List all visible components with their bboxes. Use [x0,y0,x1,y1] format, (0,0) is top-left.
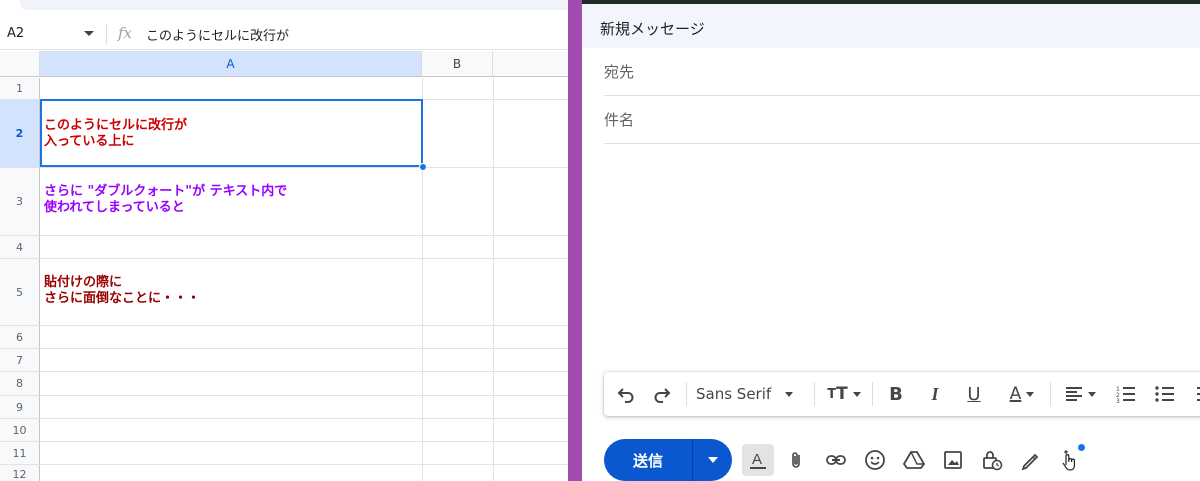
redo-icon[interactable] [650,382,674,406]
emoji-icon[interactable] [861,446,889,474]
divider [106,24,107,44]
sheet-row: 11 [0,442,568,465]
undo-icon[interactable] [614,382,638,406]
row-header[interactable]: 5 [0,259,40,325]
bulleted-list-icon[interactable] [1153,382,1177,406]
sheet-row: 4 [0,236,568,259]
divider [814,382,815,406]
attach-icon[interactable] [782,446,810,474]
italic-button[interactable]: I [923,382,947,406]
confidential-icon[interactable] [978,446,1006,474]
column-header-a[interactable]: A [40,51,422,77]
recipients-field[interactable]: 宛先 [604,48,1200,96]
name-box-value: A2 [7,26,25,41]
row-header[interactable]: 1 [0,78,40,99]
divider [1050,382,1051,406]
sheet-row: 2 このようにセルに改行が 入っている上に [0,100,568,168]
row-header[interactable]: 2 [0,100,40,167]
row-header[interactable]: 8 [0,372,40,395]
bold-button[interactable]: B [884,382,908,406]
text-color-button[interactable]: A [1000,382,1044,406]
subject-placeholder: 件名 [604,111,635,129]
column-header-c[interactable] [493,51,568,77]
chevron-down-icon[interactable] [84,31,94,36]
svg-text:A: A [752,451,762,468]
sheet-row: 9 [0,396,568,419]
photo-icon[interactable] [939,446,967,474]
row-header[interactable]: 6 [0,326,40,348]
underline-button[interactable]: U [962,382,986,406]
formula-bar: A2 fx このようにセルに改行が [0,18,568,50]
row-header[interactable]: 9 [0,396,40,418]
divider [872,382,873,406]
cell-a5[interactable]: 貼付けの際に さらに面倒なことに・・・ [44,275,418,307]
signature-icon[interactable] [1016,446,1044,474]
row-header[interactable]: 4 [0,236,40,258]
sheet-row: 6 [0,326,568,349]
compose-header: 新規メッセージ [582,4,1200,48]
subject-field[interactable]: 件名 [604,96,1200,144]
send-options-button[interactable] [693,439,732,481]
cell-a2[interactable]: このようにセルに改行が 入っている上に [44,118,418,150]
chevron-down-icon [707,457,718,463]
drive-icon[interactable] [900,446,928,474]
svg-text:3: 3 [1116,398,1120,403]
function-icon: fx [118,24,133,42]
divider [686,382,687,406]
sheet-row: 7 [0,349,568,372]
recipients-placeholder: 宛先 [604,63,635,81]
row-header[interactable]: 10 [0,419,40,441]
numbered-list-icon[interactable]: 123 [1114,382,1138,406]
select-all-corner[interactable] [0,51,40,77]
sheet-row: 10 [0,419,568,442]
name-box[interactable]: A2 [0,18,104,50]
align-icon[interactable] [1060,382,1100,406]
row-header[interactable]: 12 [0,465,40,481]
font-select-value: Sans Serif [696,385,772,403]
sheet-row: 8 [0,372,568,396]
chevron-down-icon [785,391,794,397]
compose-title: 新規メッセージ [600,20,705,38]
send-button[interactable]: 送信 [604,439,692,481]
text-color-label: A [1009,384,1022,404]
sheet-row: 5 貼付けの際に さらに面倒なことに・・・ [0,259,568,326]
window-divider [568,0,582,481]
column-header-b[interactable]: B [422,51,493,77]
formula-input[interactable]: このようにセルに改行が [146,25,289,44]
sheet-row: 3 さらに "ダブルクォート"が テキスト内で 使われてしまっていると [0,168,568,236]
sheet-toolbar-edge [0,0,568,14]
formatting-toolbar: Sans Serif TT B I U A 123 [604,372,1200,416]
row-header[interactable]: 11 [0,442,40,464]
row-header[interactable]: 3 [0,168,40,235]
send-button-group: 送信 [604,439,732,481]
fill-handle[interactable] [419,163,427,171]
sheet-row: 1 [0,78,568,100]
link-icon[interactable] [822,446,850,474]
font-select[interactable]: Sans Serif [696,382,808,406]
sheet-row: 12 [0,465,568,481]
spreadsheet: A2 fx このようにセルに改行が A B 1 2 このようにセルに改行が 入っ… [0,0,568,481]
compose-window: 新規メッセージ 宛先 件名 Sans Serif TT B I U A 1 2 … [582,0,1200,481]
row-header[interactable]: 7 [0,349,40,371]
cell-a3[interactable]: さらに "ダブルクォート"が テキスト内で 使われてしまっていると [44,184,418,216]
text-size-icon[interactable]: TT [822,382,866,406]
formatting-icon[interactable]: A [742,444,774,476]
notification-dot [1078,444,1085,451]
indent-icon[interactable] [1190,382,1200,406]
